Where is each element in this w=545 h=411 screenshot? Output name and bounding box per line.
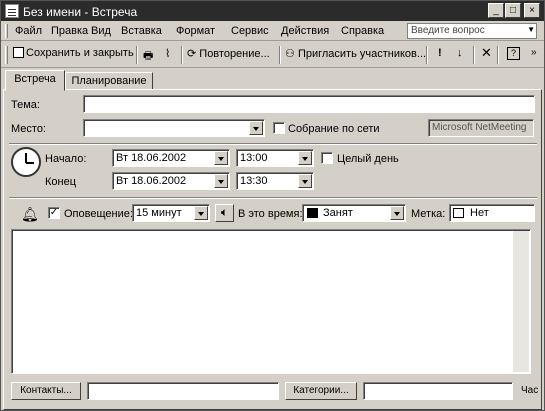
show-time-as-value: Занят	[323, 207, 353, 219]
minimize-button[interactable]: _	[488, 3, 504, 18]
end-date-combo[interactable]: Вт 18.06.2002	[112, 172, 230, 190]
chevron-down-icon[interactable]	[249, 121, 263, 135]
toolbar-separator	[136, 46, 138, 64]
busy-color-swatch	[307, 208, 318, 218]
chevron-down-icon[interactable]	[298, 151, 312, 165]
invite-attendees-icon: ⚇	[285, 48, 295, 60]
title-bar: Без имени - Встреча _ □ ×	[1, 1, 544, 21]
end-label: Конец	[45, 176, 77, 188]
chevron-down-icon[interactable]	[214, 174, 228, 188]
notes-scrollbar[interactable]	[513, 231, 529, 372]
subject-label: Тема:	[11, 99, 40, 111]
ask-question-box[interactable]: Введите вопрос ▼	[407, 23, 537, 39]
save-and-close-button[interactable]: Сохранить и закрыть	[13, 47, 134, 63]
contacts-field[interactable]	[87, 382, 279, 400]
end-time-combo[interactable]: 13:30	[236, 172, 314, 190]
reminder-sound-button[interactable]: 🔈︎	[215, 204, 234, 222]
start-time-combo[interactable]: 13:00	[236, 149, 314, 167]
toolbar-separator	[426, 46, 428, 64]
importance-high-icon[interactable]: !	[438, 47, 442, 63]
all-day-label: Целый день	[337, 153, 399, 165]
appointment-window: Без имени - Встреча _ □ × Файл Правка Ви…	[0, 0, 545, 411]
chevron-down-icon[interactable]	[194, 206, 208, 220]
reminder-value: 15 минут	[136, 207, 182, 219]
attach-button[interactable]: ⌇	[165, 47, 170, 63]
location-combo[interactable]	[83, 119, 265, 137]
chevron-down-icon[interactable]	[390, 206, 404, 220]
help-icon[interactable]: ?	[507, 47, 520, 60]
menu-grip[interactable]	[5, 24, 8, 38]
end-date-value: Вт 18.06.2002	[116, 175, 187, 187]
window-title: Без имени - Встреча	[23, 5, 138, 19]
standard-toolbar: Сохранить и закрыть 🖶 ⌇ ⟳ Повторение... …	[1, 42, 544, 68]
menu-help[interactable]: Справка	[341, 25, 384, 37]
invite-attendees-label: Пригласить участников...	[297, 48, 427, 60]
delete-icon[interactable]: ✕	[481, 45, 492, 61]
menu-format[interactable]: Формат	[176, 25, 215, 37]
menu-view[interactable]: Вид	[91, 25, 111, 37]
label-value: Нет	[470, 207, 489, 219]
divider	[9, 197, 537, 199]
clock-icon	[11, 147, 41, 177]
divider	[9, 143, 537, 145]
label-color-swatch	[453, 208, 464, 218]
online-meeting-checkbox[interactable]	[273, 122, 285, 134]
chevron-down-icon[interactable]	[214, 151, 228, 165]
online-meeting-label: Собрание по сети	[288, 123, 380, 135]
print-icon: 🖶	[143, 50, 154, 62]
reminder-checkbox[interactable]: ✓	[48, 207, 60, 219]
speaker-icon: 🔈︎	[220, 205, 229, 219]
bell-icon: 🔔︎	[21, 206, 39, 222]
toolbar-separator	[497, 46, 499, 64]
toolbar-separator	[181, 46, 183, 64]
importance-low-icon[interactable]: ↓	[457, 47, 463, 63]
all-day-checkbox[interactable]	[321, 152, 333, 164]
menu-insert[interactable]: Вставка	[121, 25, 162, 37]
categories-button[interactable]: Категории...	[285, 382, 357, 400]
notes-textarea[interactable]	[11, 229, 531, 374]
start-date-combo[interactable]: Вт 18.06.2002	[112, 149, 230, 167]
recurrence-label: Повторение...	[199, 48, 270, 60]
toolbar-separator	[279, 46, 281, 64]
maximize-button[interactable]: □	[505, 3, 521, 18]
start-time-value: 13:00	[240, 152, 268, 164]
ask-question-placeholder: Введите вопрос	[411, 25, 485, 36]
print-button[interactable]: 🖶	[143, 47, 153, 63]
label-combo[interactable]: Нет	[449, 204, 535, 222]
toolbar-options-chevron-icon[interactable]: »	[531, 47, 537, 63]
tab-appointment[interactable]: Встреча	[5, 70, 65, 91]
toolbar-grip[interactable]	[5, 46, 8, 64]
label-label: Метка:	[411, 208, 446, 220]
save-icon	[13, 47, 24, 58]
subject-input[interactable]	[83, 95, 535, 113]
calendar-app-icon	[5, 4, 19, 18]
chevron-down-icon[interactable]: ▼	[527, 25, 535, 34]
tab-scheduling[interactable]: Планирование	[65, 72, 153, 90]
toolbar-separator	[473, 46, 475, 64]
chevron-down-icon[interactable]	[298, 174, 312, 188]
invite-attendees-button[interactable]: ⚇ Пригласить участников...	[285, 47, 426, 63]
location-label: Место:	[11, 123, 46, 135]
start-date-value: Вт 18.06.2002	[116, 152, 187, 164]
reminder-combo[interactable]: 15 минут	[132, 204, 210, 222]
private-label: Час	[521, 385, 539, 396]
recurrence-button[interactable]: ⟳ Повторение...	[187, 47, 270, 63]
netmeeting-field: Microsoft NetMeeting	[428, 119, 534, 137]
menu-actions[interactable]: Действия	[281, 25, 329, 37]
show-time-as-combo[interactable]: Занят	[302, 204, 406, 222]
menu-tools[interactable]: Сервис	[231, 25, 269, 37]
menu-edit[interactable]: Правка	[51, 25, 88, 37]
menu-file[interactable]: Файл	[15, 25, 42, 37]
recurrence-icon: ⟳	[187, 48, 197, 60]
close-button[interactable]: ×	[524, 3, 540, 18]
show-time-as-label: В это время:	[238, 208, 303, 220]
contacts-button[interactable]: Контакты...	[11, 382, 81, 400]
end-time-value: 13:30	[240, 175, 268, 187]
categories-field[interactable]	[363, 382, 513, 400]
reminder-label: Оповещение:	[64, 208, 133, 220]
start-label: Начало:	[45, 153, 87, 165]
paperclip-icon: ⌇	[165, 48, 171, 60]
save-and-close-label: Сохранить и закрыть	[26, 47, 134, 59]
